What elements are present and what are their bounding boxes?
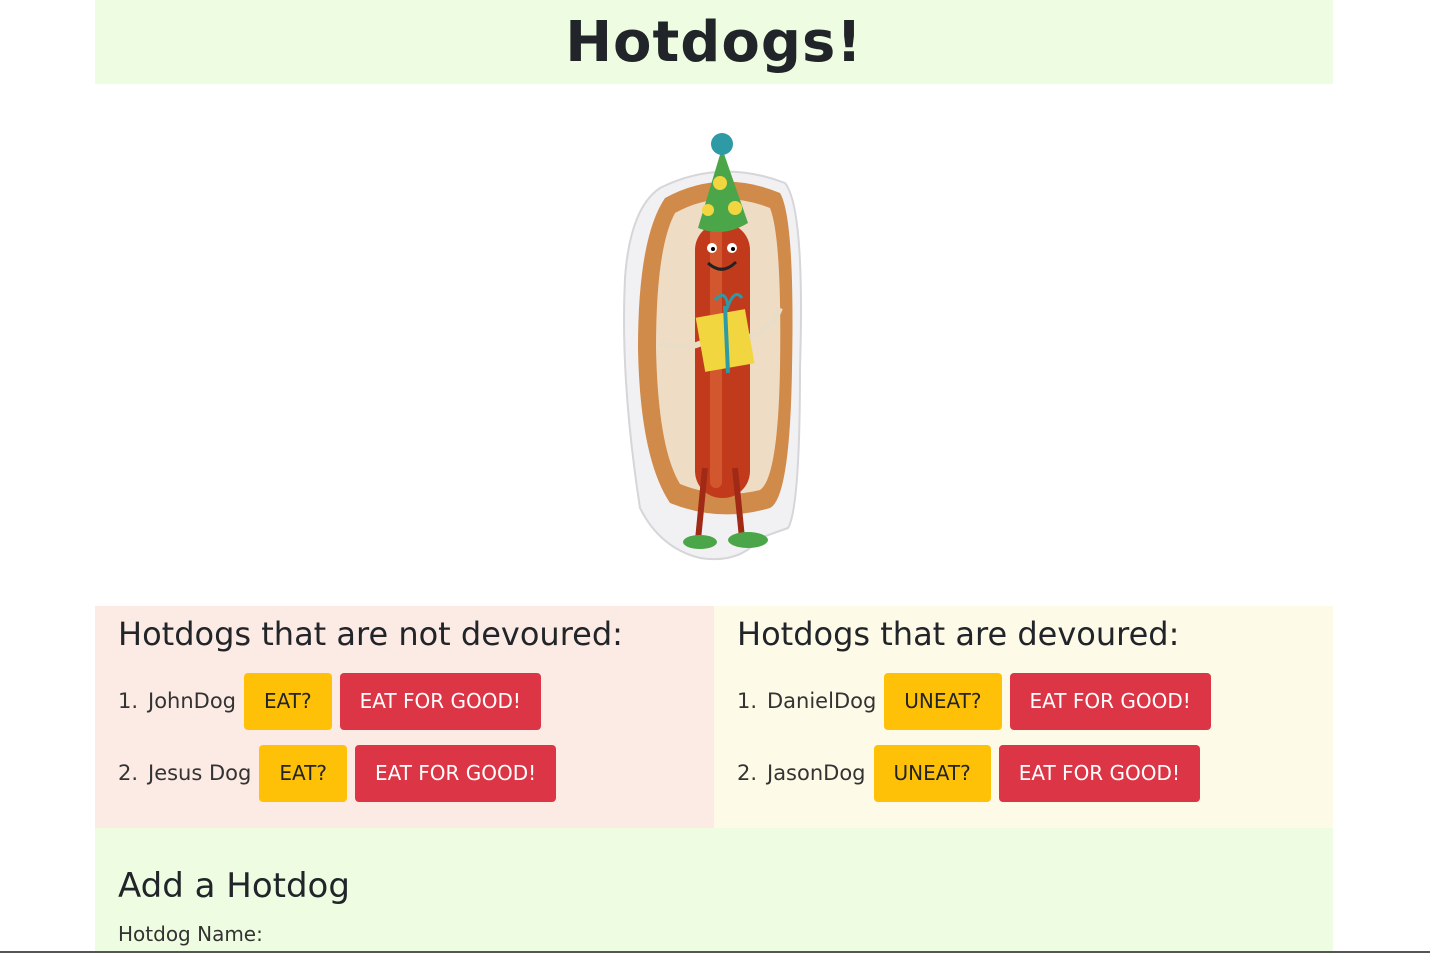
page-header: Hotdogs!	[95, 0, 1333, 84]
eat-for-good-button[interactable]: EAT FOR GOOD!	[998, 744, 1200, 802]
list-item: 2. JasonDog UNEAT? EAT FOR GOOD!	[737, 744, 1310, 802]
add-hotdog-section: Add a Hotdog Hotdog Name:	[95, 828, 1333, 953]
eat-for-good-button[interactable]: EAT FOR GOOD!	[339, 672, 541, 730]
item-number: 1.	[118, 689, 139, 713]
item-number: 1.	[737, 689, 758, 713]
hotdog-lists: Hotdogs that are not devoured: 1. JohnDo…	[95, 606, 1333, 828]
eat-for-good-button[interactable]: EAT FOR GOOD!	[354, 744, 557, 802]
not-devoured-heading: Hotdogs that are not devoured:	[118, 615, 623, 653]
page-container: Hotdogs! Hotdogs that are not devoured: …	[95, 0, 1333, 953]
not-devoured-list: 1. JohnDog EAT? EAT FOR GOOD! 2. Jesus D…	[118, 672, 691, 802]
item-number: 2.	[737, 761, 758, 785]
list-item: 2. Jesus Dog EAT? EAT FOR GOOD!	[118, 744, 691, 802]
eat-for-good-button[interactable]: EAT FOR GOOD!	[1009, 672, 1211, 730]
hero-section	[95, 84, 1333, 606]
eat-button[interactable]: EAT?	[259, 744, 347, 802]
hotdog-character-icon	[623, 133, 802, 561]
hotdog-name: JasonDog	[767, 761, 866, 785]
uneat-button[interactable]: UNEAT?	[884, 672, 1002, 730]
list-item: 1. JohnDog EAT? EAT FOR GOOD!	[118, 672, 691, 730]
eat-button[interactable]: EAT?	[244, 672, 332, 730]
hotdog-name-label: Hotdog Name:	[118, 922, 263, 946]
hotdog-name: JohnDog	[148, 689, 237, 713]
hotdog-name: DanielDog	[767, 689, 877, 713]
page-title: Hotdogs!	[565, 9, 863, 75]
list-item: 1. DanielDog UNEAT? EAT FOR GOOD!	[737, 672, 1310, 730]
item-number: 2.	[118, 761, 139, 785]
devoured-heading: Hotdogs that are devoured:	[737, 615, 1180, 653]
hotdog-name: Jesus Dog	[148, 761, 252, 785]
not-devoured-panel: Hotdogs that are not devoured: 1. JohnDo…	[95, 606, 714, 828]
devoured-panel: Hotdogs that are devoured: 1. DanielDog …	[714, 606, 1333, 828]
add-hotdog-heading: Add a Hotdog	[118, 866, 350, 906]
uneat-button[interactable]: UNEAT?	[873, 744, 991, 802]
devoured-list: 1. DanielDog UNEAT? EAT FOR GOOD! 2. Jas…	[737, 672, 1310, 802]
